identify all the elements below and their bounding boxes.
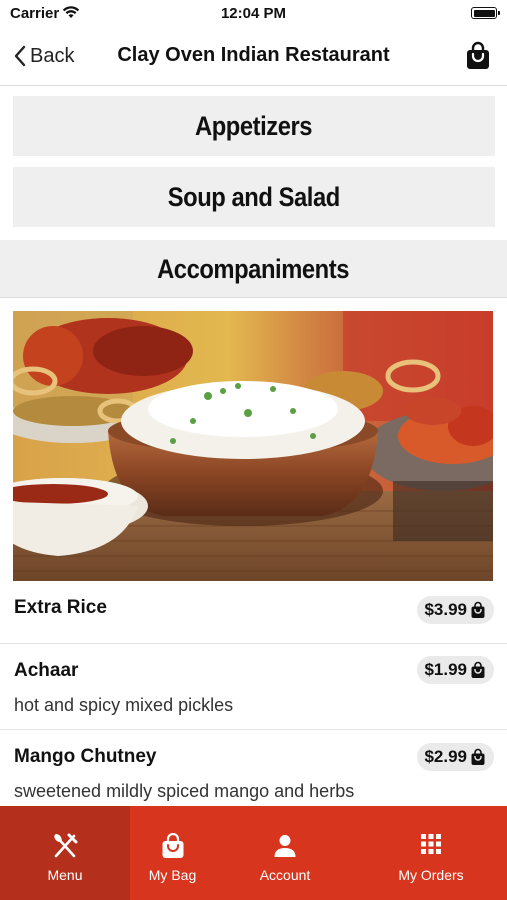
status-bar: Carrier 12:04 PM (0, 0, 507, 28)
menu-item[interactable]: Achaar hot and spicy mixed pickles $1.99 (0, 644, 507, 730)
bag-icon (471, 661, 485, 678)
grid-icon (355, 833, 507, 859)
item-name: Extra Rice (14, 597, 107, 618)
item-name: Mango Chutney (14, 746, 157, 767)
add-to-bag-button[interactable]: $2.99 (417, 743, 494, 771)
navigation-bar: Back Clay Oven Indian Restaurant (0, 28, 507, 86)
tab-label: My Orders (398, 867, 464, 883)
category-label: Accompaniments (157, 254, 350, 284)
shopping-bag-icon[interactable] (465, 41, 491, 71)
tab-my-orders[interactable]: My Orders (355, 806, 507, 900)
item-price: $3.99 (424, 600, 467, 619)
item-price: $1.99 (424, 660, 467, 679)
category-appetizers[interactable]: Appetizers (13, 96, 495, 156)
menu-item[interactable]: Extra Rice $3.99 (0, 582, 507, 644)
add-to-bag-button[interactable]: $1.99 (417, 656, 494, 684)
tab-label: My Bag (148, 867, 197, 883)
tab-label: Account (259, 867, 311, 883)
bag-icon (471, 601, 485, 618)
category-soup-and-salad[interactable]: Soup and Salad (13, 167, 495, 227)
tab-menu[interactable]: Menu (0, 806, 130, 900)
status-time: 12:04 PM (220, 5, 287, 22)
menu-item[interactable]: Mango Chutney sweetened mildly spiced ma… (0, 730, 507, 816)
item-name: Achaar (14, 660, 79, 681)
tab-account[interactable]: Account (215, 806, 355, 900)
tab-my-bag[interactable]: My Bag (130, 806, 215, 900)
bag-icon (471, 748, 485, 765)
item-price: $2.99 (424, 747, 467, 766)
user-icon (215, 833, 355, 859)
tab-label: Menu (47, 867, 83, 883)
item-description: sweetened mildly spiced mango and herbs (14, 781, 355, 801)
bag-icon (130, 833, 215, 859)
page-title: Clay Oven Indian Restaurant (117, 44, 390, 66)
item-description: hot and spicy mixed pickles (14, 695, 234, 715)
category-label: Soup and Salad (167, 182, 341, 212)
tab-bar: Menu My Bag Account My Orders (0, 806, 507, 900)
utensils-icon (0, 833, 130, 859)
category-hero-image (13, 311, 493, 581)
category-label: Appetizers (195, 111, 313, 141)
category-accompaniments[interactable]: Accompaniments (0, 240, 507, 298)
battery-icon (471, 7, 500, 19)
add-to-bag-button[interactable]: $3.99 (417, 596, 494, 624)
